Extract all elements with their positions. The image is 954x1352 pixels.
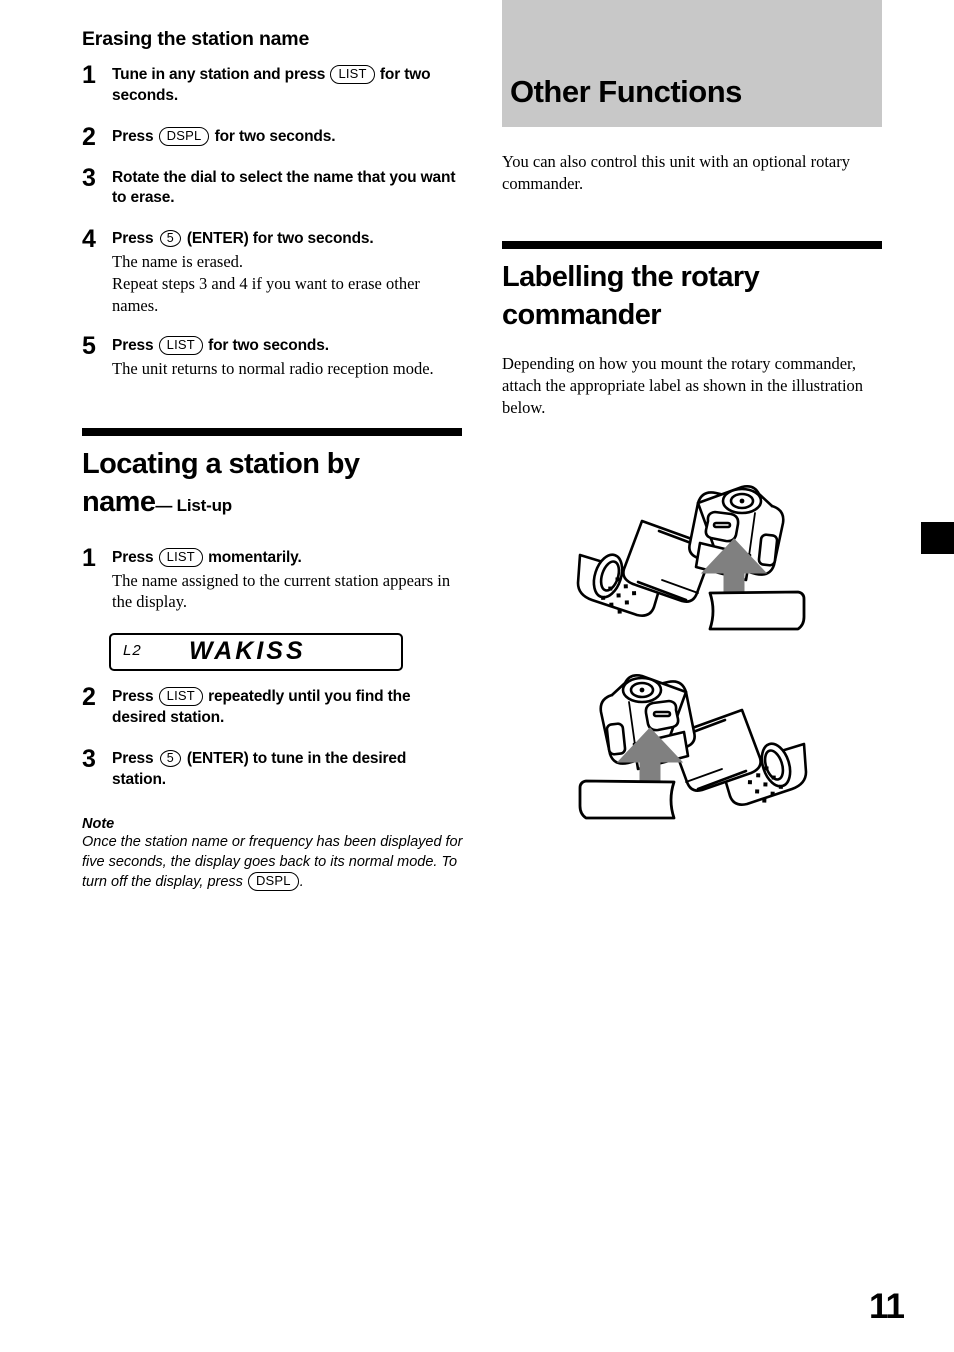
list-button[interactable]: LIST [330, 65, 375, 85]
step-number: 2 [82, 683, 96, 712]
labelling-section: Labelling the rotary commander [502, 240, 882, 335]
heading-line-1: Labelling the rotary [502, 260, 760, 293]
note-heading: Note [82, 816, 115, 833]
step-text-after: repeatedly until you find the desired st… [112, 688, 411, 726]
note-text-after: . [299, 874, 304, 891]
labelling-description: Depending on how you mount the rotary co… [502, 354, 864, 417]
figure-rotary-commander-2 [502, 632, 882, 837]
step-number: 1 [82, 61, 96, 90]
step-text-after: for two seconds. [214, 127, 336, 145]
lcd-station-name: WAKISS [189, 637, 306, 666]
chapter-tab-marker [921, 522, 954, 554]
preset-5-button[interactable]: 5 [159, 230, 181, 248]
step-body: The name is erased. Repeat steps 3 and 4… [112, 251, 420, 315]
step-erase-3: 3 Rotate the dial to select the name tha… [82, 164, 464, 210]
step-text-before: Press [112, 337, 154, 355]
step-body: The name assigned to the current station… [112, 570, 451, 612]
step-body: The unit returns to normal radio recepti… [112, 359, 434, 379]
page-number: 11 [869, 1287, 905, 1326]
chapter-intro: You can also control this unit with an o… [502, 152, 850, 193]
blank-label [578, 779, 676, 820]
rotary-commander-illustration-right [576, 484, 806, 631]
step-locate-1: 1 Press LIST momentarily. The name assig… [82, 544, 464, 613]
step-text-before: Press [112, 230, 154, 248]
step-text-after: (ENTER) for two seconds. [186, 230, 374, 248]
step-title: Press LIST for two seconds. [112, 336, 464, 357]
heading-line-2: commander [502, 299, 662, 332]
step-title: Press DSPL for two seconds. [112, 126, 464, 148]
step-title: Press 5 (ENTER) to tune in the desired s… [112, 749, 464, 791]
step-title: Press LIST momentarily. [112, 547, 464, 569]
left-column: Erasing the station name 1 Tune in any s… [82, 28, 464, 893]
step-text-before: Press [112, 548, 154, 566]
step-erase-1: 1 Tune in any station and press LIST for… [82, 61, 464, 107]
lcd-display: L2 WAKISS [109, 633, 403, 672]
locating-section: Locating a station by name— List-up [82, 427, 464, 522]
heading-line-1: Locating a station by [82, 447, 360, 480]
manual-page: Erasing the station name 1 Tune in any s… [0, 0, 954, 1352]
step-locate-3: 3 Press 5 (ENTER) to tune in the desired… [82, 745, 464, 791]
step-number: 5 [82, 332, 96, 361]
preset-5-button[interactable]: 5 [159, 749, 181, 767]
step-title: Press LIST repeatedly until you find the… [112, 687, 464, 729]
step-number: 3 [82, 163, 96, 192]
section-rule [82, 427, 462, 436]
step-number: 2 [82, 122, 96, 151]
step-number: 3 [82, 744, 96, 773]
step-text-before: Press [112, 127, 154, 145]
step-erase-5: 5 Press LIST for two seconds. The unit r… [82, 332, 464, 380]
step-text-after: for two seconds. [208, 337, 329, 355]
list-button[interactable]: LIST [158, 336, 203, 356]
step-erase-4: 4 Press 5 (ENTER) for two seconds. The n… [82, 225, 464, 316]
locating-station-heading: Locating a station by name— List-up [82, 445, 464, 522]
step-erase-2: 2 Press DSPL for two seconds. [82, 123, 464, 151]
step-text-after: (ENTER) to tune in the desired station. [112, 749, 407, 788]
note-text: Once the station name or frequency has b… [82, 833, 464, 892]
dspl-button[interactable]: DSPL [158, 126, 210, 146]
step-number: 4 [82, 225, 96, 254]
heading-line-2: name [82, 486, 156, 519]
step-title: Press 5 (ENTER) for two seconds. [112, 229, 464, 250]
chapter-banner: Other Functions [502, 0, 882, 127]
step-locate-2: 2 Press LIST repeatedly until you find t… [82, 683, 464, 729]
step-text-after: momentarily. [208, 548, 302, 566]
step-title: Rotate the dial to select the name that … [112, 168, 456, 207]
step-number: 1 [82, 543, 96, 572]
right-column: Other Functions You can also control thi… [502, 0, 882, 837]
step-text-before: Tune in any station and press [112, 66, 326, 84]
list-button[interactable]: LIST [158, 547, 203, 567]
chapter-title: Other Functions [510, 74, 742, 109]
heading-suffix: — List-up [155, 496, 232, 516]
step-text-before: Press [112, 749, 154, 767]
figure-rotary-commander-1 [502, 443, 882, 638]
erasing-station-name-heading: Erasing the station name [82, 28, 310, 50]
step-text-before: Press [112, 688, 154, 706]
labelling-heading: Labelling the rotary commander [502, 258, 882, 335]
step-title: Tune in any station and press LIST for t… [112, 65, 464, 107]
note-block: Note Once the station name or frequency … [82, 816, 464, 892]
rotary-commander-illustration-left [578, 673, 808, 820]
lcd-preset-label: L2 [123, 642, 142, 660]
list-button[interactable]: LIST [158, 687, 203, 707]
dspl-button[interactable]: DSPL [247, 872, 299, 891]
blank-label [708, 590, 806, 631]
section-rule [502, 240, 882, 249]
